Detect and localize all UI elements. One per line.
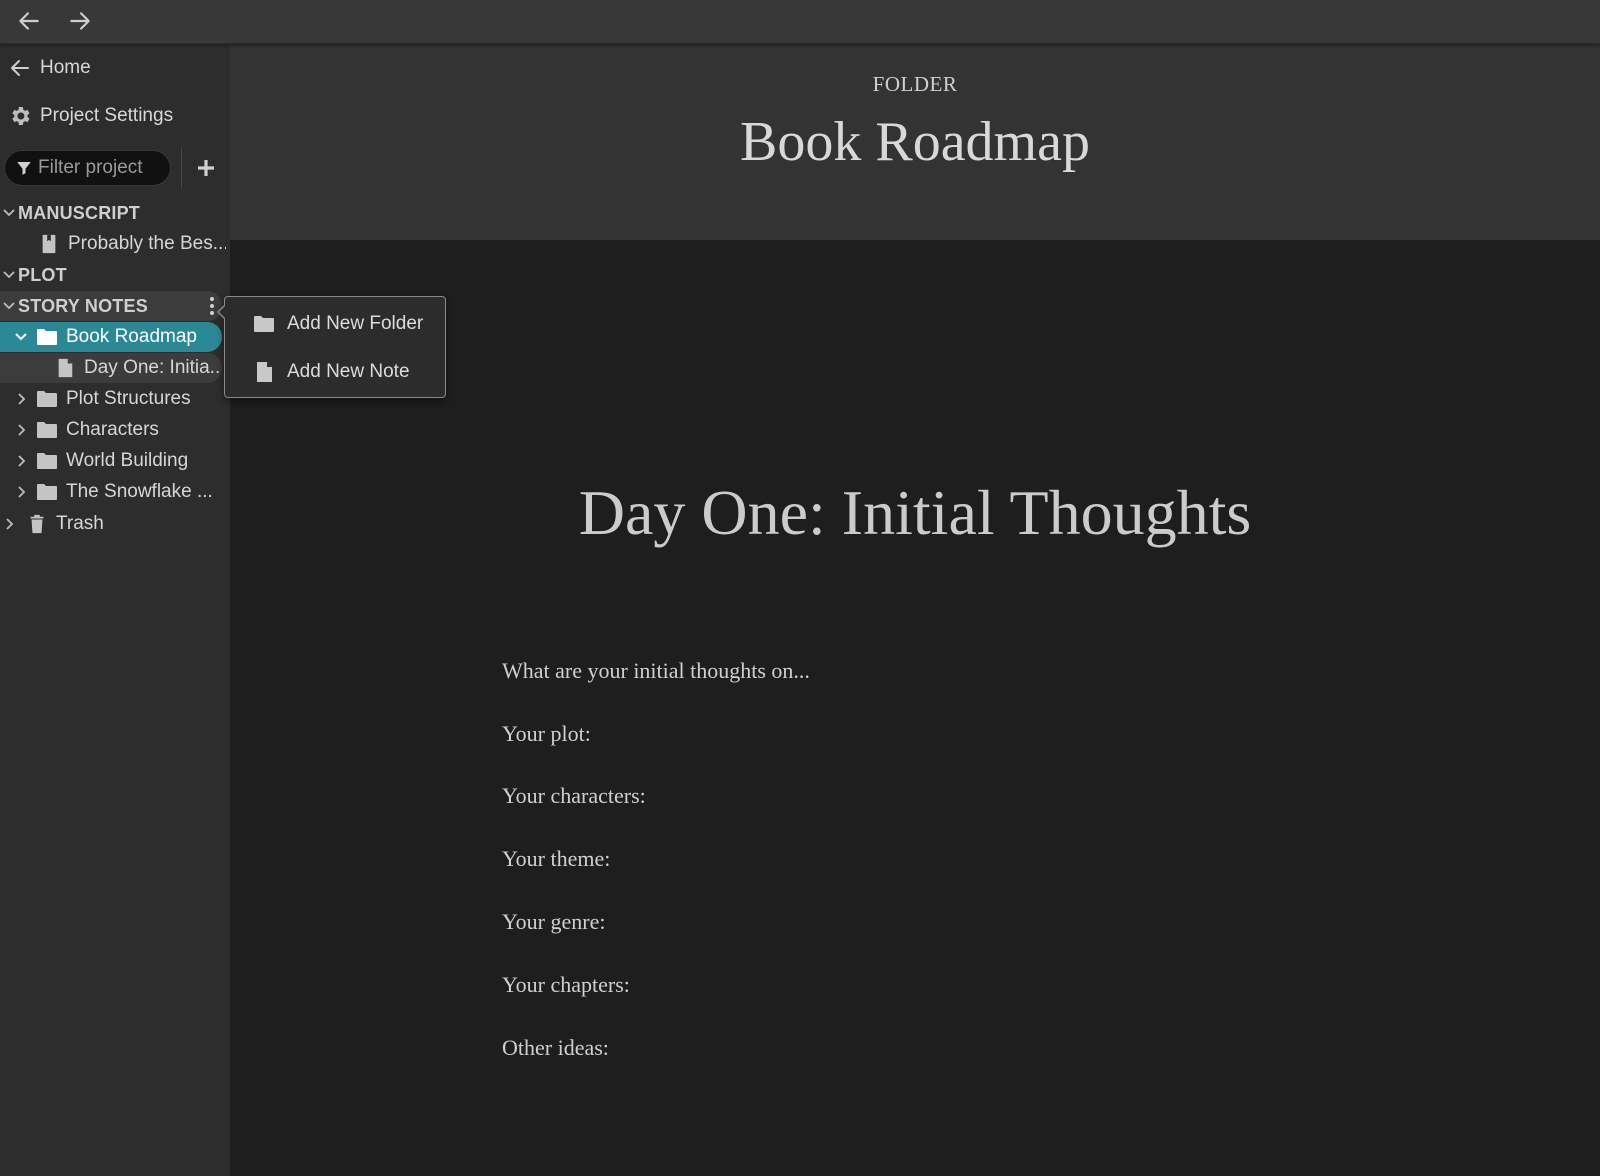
manuscript-item[interactable]: Probably the Bes... [36,229,226,259]
folder-icon [34,450,60,472]
chevron-right-icon [12,483,30,501]
folder-characters[interactable]: Characters [12,415,226,445]
section-story-notes[interactable]: STORY NOTES [0,291,222,321]
section-label: PLOT [18,264,67,285]
folder-header: FOLDER Book Roadmap [230,44,1600,240]
folder-label: World Building [66,450,189,471]
top-bar [0,0,1600,44]
note-line[interactable]: Other ideas: [502,1035,609,1061]
folder-icon [34,419,60,441]
folder-label: The Snowflake ... [66,481,213,502]
chevron-down-icon [0,204,18,222]
folder-book-roadmap[interactable]: Book Roadmap [0,322,222,352]
chevron-down-icon [0,297,18,315]
arrow-left-icon [0,56,40,80]
app-window: Home Project Settings MANUSCRIPT Pr [0,0,1600,1176]
trash-icon [24,513,50,535]
arrow-left-icon [19,12,39,30]
trash-item[interactable]: Trash [0,509,226,539]
add-button[interactable] [190,152,222,184]
note-line[interactable]: Your chapters: [502,972,630,998]
note-line[interactable]: Your genre: [502,909,605,935]
folder-label: Book Roadmap [66,326,197,347]
home-label: Home [40,57,91,78]
chevron-right-icon [0,515,18,533]
note-title[interactable]: Day One: Initial Thoughts [230,476,1600,550]
project-settings-label: Project Settings [40,105,174,126]
note-line[interactable]: Your plot: [502,721,591,747]
note-day-one[interactable]: Day One: Initia... [0,353,222,383]
note-label: Day One: Initia... [84,357,222,378]
gear-icon [0,104,40,128]
kebab-menu-icon [210,297,214,315]
menu-item-label: Add New Folder [287,313,424,334]
chevron-right-icon [12,452,30,470]
forward-button[interactable] [62,4,98,38]
chevron-right-icon [12,421,30,439]
folder-icon [254,316,274,332]
section-manuscript[interactable]: MANUSCRIPT [0,198,226,228]
folder-world-building[interactable]: World Building [12,446,226,476]
folder-icon [34,388,60,410]
section-label: MANUSCRIPT [18,202,140,223]
note-line[interactable]: What are your initial thoughts on... [502,658,810,684]
folder-icon [34,326,60,348]
add-context-menu: Add New Folder Add New Note [217,296,446,398]
book-icon [36,233,62,255]
home-link[interactable]: Home [0,48,230,88]
menu-item-label: Add New Note [287,361,410,382]
add-new-folder-item[interactable]: Add New Folder [225,301,445,347]
folder-plot-structures[interactable]: Plot Structures [12,384,226,414]
chevron-down-icon [12,328,30,346]
folder-icon [34,481,60,503]
manuscript-item-label: Probably the Bes... [68,233,226,254]
folder-label: Plot Structures [66,388,191,409]
arrow-right-icon [70,12,90,30]
file-icon [52,357,78,379]
item-kind-label: FOLDER [872,72,958,96]
note-line[interactable]: Your characters: [502,783,646,809]
chevron-down-icon [0,266,18,284]
chevron-right-icon [12,390,30,408]
filter-input[interactable] [38,157,164,179]
back-button[interactable] [11,4,47,38]
section-label: STORY NOTES [18,295,148,316]
note-line[interactable]: Your theme: [502,846,610,872]
folder-label: Characters [66,419,159,440]
folder-snowflake[interactable]: The Snowflake ... [12,477,226,507]
folder-title[interactable]: Book Roadmap [230,110,1600,174]
divider [181,148,182,188]
add-new-note-item[interactable]: Add New Note [225,349,445,395]
project-sidebar: Home Project Settings MANUSCRIPT Pr [0,44,230,1176]
file-icon [257,362,272,382]
project-settings-link[interactable]: Project Settings [0,96,230,136]
filter-row [4,148,226,188]
plus-icon [198,160,214,176]
filter-field[interactable] [4,150,171,186]
filter-icon [17,162,31,175]
section-plot[interactable]: PLOT [0,260,226,290]
trash-label: Trash [56,513,104,534]
